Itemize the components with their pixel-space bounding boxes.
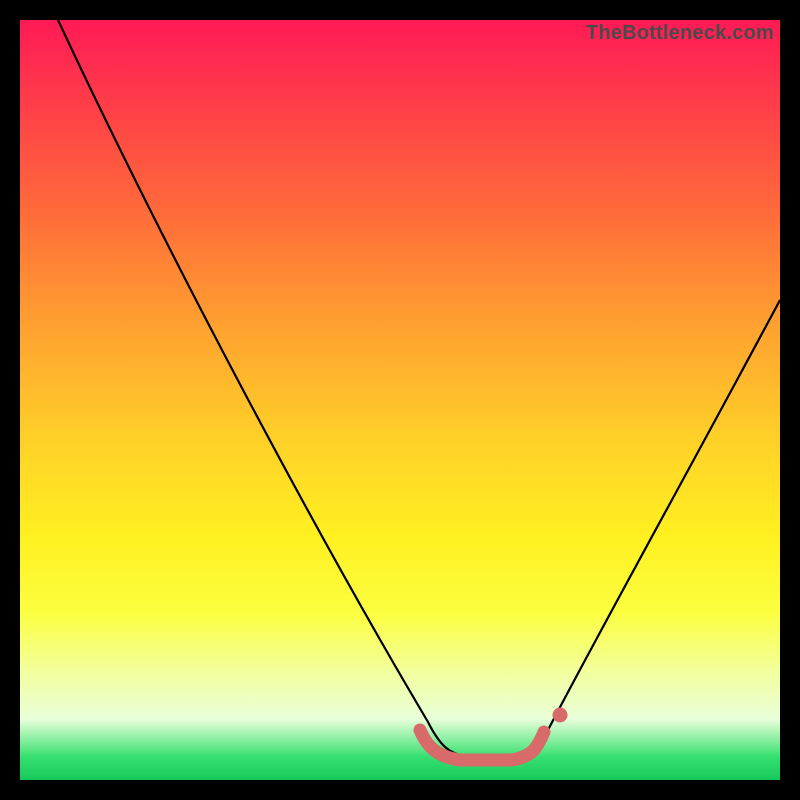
- optimal-zone-marker: [553, 708, 568, 723]
- bottleneck-curve: [58, 20, 780, 756]
- optimal-zone-highlight: [420, 730, 544, 760]
- chart-svg: [20, 20, 780, 780]
- chart-frame: TheBottleneck.com: [20, 20, 780, 780]
- watermark-text: TheBottleneck.com: [586, 22, 774, 45]
